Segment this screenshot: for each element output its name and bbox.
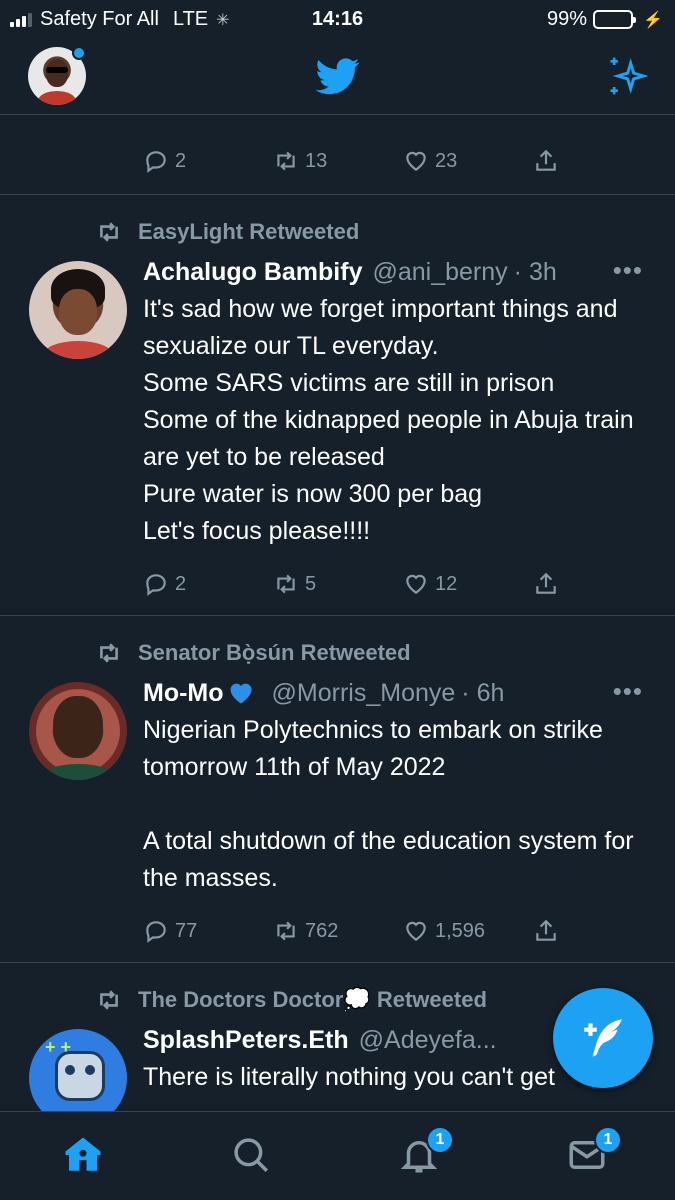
blue-heart-icon bbox=[230, 683, 252, 704]
retweet-icon bbox=[100, 222, 118, 242]
retweet-button[interactable]: 762 bbox=[273, 918, 403, 944]
retweet-icon bbox=[277, 151, 295, 171]
retweeted-by-label: EasyLight Retweeted bbox=[138, 219, 360, 244]
timestamp: · 6h bbox=[461, 678, 505, 707]
like-button[interactable]: 23 bbox=[403, 148, 533, 174]
retweet-icon bbox=[277, 574, 295, 594]
reply-icon bbox=[146, 574, 166, 596]
tweet-header: Mo-Mo @Morris_Monye · 6h ••• bbox=[143, 674, 647, 712]
share-button[interactable] bbox=[533, 918, 559, 944]
tweet-body: Achalugo Bambify @ani_berny · 3h ••• It'… bbox=[143, 253, 647, 604]
share-icon bbox=[536, 149, 556, 171]
status-right: 99% ⚡ bbox=[547, 8, 663, 31]
share-icon bbox=[536, 572, 556, 594]
messages-badge: 1 bbox=[594, 1126, 622, 1154]
retweet-button[interactable]: 5 bbox=[273, 571, 403, 597]
tweet-text: Nigerian Polytechnics to embark on strik… bbox=[143, 716, 634, 892]
tab-messages[interactable]: 1 bbox=[566, 1126, 622, 1184]
heart-icon bbox=[406, 921, 426, 941]
reply-button[interactable]: 2 bbox=[143, 571, 273, 597]
more-options-icon[interactable]: ••• bbox=[613, 676, 643, 707]
display-name[interactable]: SplashPeters.Eth bbox=[143, 1026, 349, 1055]
charging-icon: ⚡ bbox=[643, 11, 663, 29]
handle[interactable]: @Adeyefa... bbox=[359, 1026, 497, 1055]
twitter-bird-icon[interactable] bbox=[312, 54, 364, 98]
reply-icon bbox=[146, 151, 166, 173]
retweeted-by-label: Senator Bọ̀sún Retweeted bbox=[138, 640, 411, 665]
app-header bbox=[0, 38, 675, 115]
tweet-actions: 2 5 12 bbox=[143, 564, 583, 604]
sparkle-icon[interactable] bbox=[605, 54, 649, 98]
retweet-icon bbox=[100, 990, 118, 1010]
heart-icon bbox=[406, 151, 426, 171]
tab-home[interactable] bbox=[62, 1134, 112, 1184]
unread-dot-icon bbox=[72, 46, 86, 60]
battery-percent: 99% bbox=[547, 8, 588, 30]
tweet-header: Achalugo Bambify @ani_berny · 3h ••• bbox=[143, 253, 647, 291]
tab-notifications[interactable]: 1 bbox=[398, 1126, 454, 1184]
avatar[interactable] bbox=[29, 261, 127, 359]
tweet[interactable]: Senator Bọ̀sún Retweeted Mo-Mo @Morris_M… bbox=[0, 616, 675, 963]
compose-feather-icon bbox=[584, 1019, 622, 1057]
retweet-icon bbox=[100, 643, 118, 663]
tab-search[interactable] bbox=[230, 1134, 280, 1184]
bottom-tab-bar: 1 1 bbox=[0, 1111, 675, 1200]
heart-icon bbox=[406, 574, 426, 594]
search-icon bbox=[234, 1138, 268, 1172]
timestamp: · 3h bbox=[513, 257, 557, 286]
reply-icon bbox=[146, 921, 166, 943]
more-options-icon[interactable]: ••• bbox=[613, 255, 643, 286]
share-button[interactable] bbox=[533, 148, 559, 174]
compose-tweet-button[interactable] bbox=[553, 988, 653, 1088]
like-button[interactable]: 12 bbox=[403, 571, 533, 597]
display-name[interactable]: Mo-Mo bbox=[143, 679, 224, 708]
tweet-text: It's sad how we forget important things … bbox=[143, 295, 634, 545]
retweet-icon bbox=[277, 921, 295, 941]
tweet-actions: 77 762 1,596 bbox=[143, 911, 583, 951]
tweet[interactable]: EasyLight Retweeted Achalugo Bambify @an… bbox=[0, 195, 675, 616]
battery-icon bbox=[593, 10, 637, 29]
avatar[interactable]: + + bbox=[29, 1029, 127, 1111]
display-name[interactable]: Achalugo Bambify bbox=[143, 258, 362, 287]
share-button[interactable] bbox=[533, 571, 559, 597]
status-bar: Safety For All LTE ✳ 14:16 99% ⚡ bbox=[0, 0, 675, 38]
tweet-partial[interactable]: 2 13 23 bbox=[0, 115, 675, 195]
retweeted-by: EasyLight Retweeted bbox=[0, 215, 675, 249]
home-icon bbox=[65, 1137, 101, 1171]
tweet-body: Mo-Mo @Morris_Monye · 6h ••• Nigerian Po… bbox=[143, 674, 647, 951]
like-button[interactable]: 1,596 bbox=[403, 918, 533, 944]
notifications-badge: 1 bbox=[426, 1126, 454, 1154]
tweet-actions: 2 13 23 bbox=[143, 141, 583, 181]
reply-button[interactable]: 2 bbox=[143, 148, 273, 174]
retweeted-by-label: The Doctors Doctor💭 Retweeted bbox=[138, 987, 487, 1012]
handle[interactable]: @ani_berny bbox=[372, 258, 507, 287]
avatar[interactable] bbox=[29, 682, 127, 780]
reply-button[interactable]: 77 bbox=[143, 918, 273, 944]
timeline-feed[interactable]: 2 13 23 EasyLight Retweeted Achalugo Bam… bbox=[0, 115, 675, 1111]
handle[interactable]: @Morris_Monye bbox=[272, 679, 456, 708]
retweet-button[interactable]: 13 bbox=[273, 148, 403, 174]
share-icon bbox=[536, 919, 556, 941]
retweeted-by: Senator Bọ̀sún Retweeted bbox=[0, 636, 675, 670]
